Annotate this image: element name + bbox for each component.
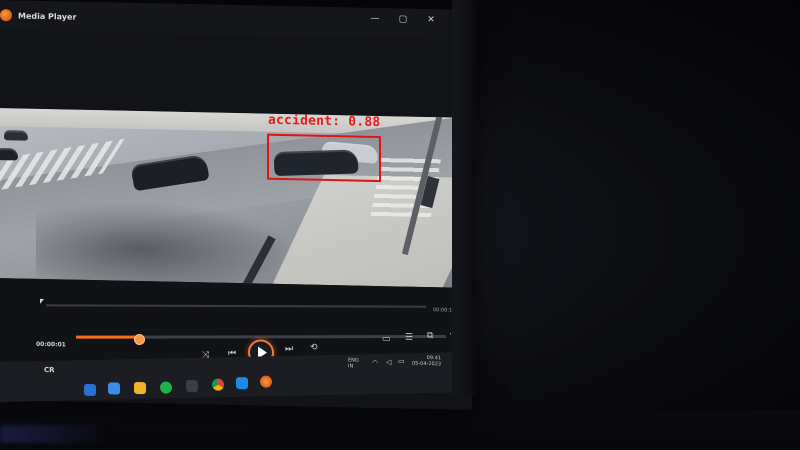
mouse-cursor <box>40 298 44 305</box>
media-player-app-icon <box>0 9 12 22</box>
chrome-icon[interactable] <box>212 378 224 391</box>
playlist-icon[interactable]: ☰ <box>405 333 413 343</box>
subtitles-icon[interactable]: ▭ <box>382 334 391 344</box>
video-frame[interactable] <box>0 108 452 288</box>
detection-bounding-box <box>267 133 381 183</box>
window-controls: — ▢ ✕ <box>370 14 436 25</box>
next-icon[interactable]: ⏭ <box>285 344 293 354</box>
detection-label: accident: 0.88 <box>268 112 381 131</box>
photos-icon[interactable] <box>236 377 248 390</box>
close-button[interactable]: ✕ <box>426 15 436 25</box>
pip-icon[interactable]: ⧉ <box>427 331 433 341</box>
maximize-button[interactable]: ▢ <box>398 14 408 24</box>
minimize-button[interactable]: — <box>370 14 380 24</box>
wifi-icon[interactable]: ◠ <box>372 358 378 368</box>
teams-icon[interactable] <box>160 381 172 394</box>
player-letterbox-top <box>0 30 448 120</box>
keyboard-backlight <box>0 425 110 443</box>
window-title: Media Player <box>18 10 77 22</box>
monitor-bezel <box>452 0 476 395</box>
edge-icon[interactable] <box>84 383 96 397</box>
store-icon[interactable] <box>108 382 120 395</box>
seek-bar-progress <box>76 335 143 339</box>
battery-icon[interactable]: ▭ <box>398 356 405 366</box>
volume-icon[interactable]: ◁ <box>386 357 391 367</box>
language-indicator: ENG IN <box>348 357 359 370</box>
taskbar-clock[interactable]: 09:41 05-04-2023 <box>412 355 441 367</box>
mail-icon[interactable] <box>186 379 198 393</box>
monitor-screen: Media Player — ▢ ✕ accident: 0.88 00:00:… <box>0 0 472 410</box>
current-time: 00:00:01 <box>36 340 66 349</box>
car <box>4 130 28 141</box>
repeat-icon[interactable]: ⟲ <box>310 343 318 353</box>
taskbar-label: CR <box>44 366 55 375</box>
media-player-icon[interactable] <box>260 375 272 388</box>
seek-handle[interactable] <box>134 333 145 346</box>
desk <box>0 410 800 450</box>
files-icon[interactable] <box>134 381 146 395</box>
car <box>0 148 18 161</box>
